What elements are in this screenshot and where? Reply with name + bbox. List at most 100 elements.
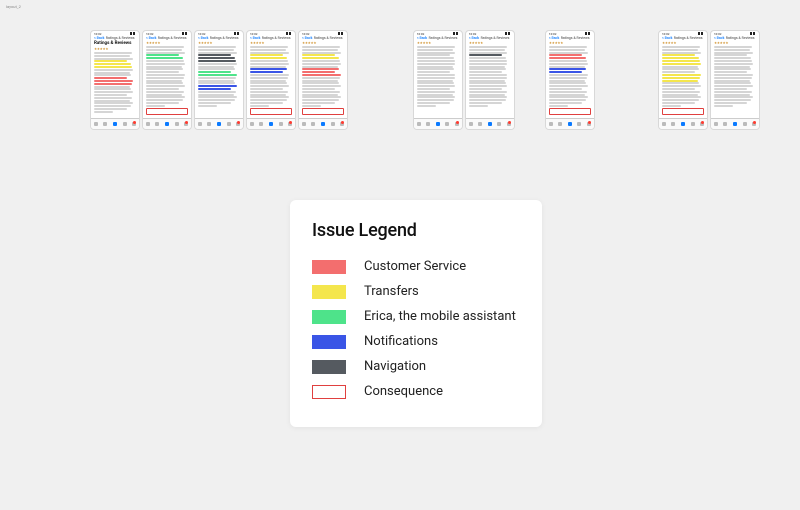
text-line <box>714 63 753 65</box>
tab-bar <box>466 118 514 129</box>
text-line <box>302 102 335 104</box>
text-line <box>302 96 341 98</box>
text-line <box>146 74 185 76</box>
text-line <box>469 57 506 59</box>
text-line <box>417 54 450 56</box>
legend-title: Issue Legend <box>312 220 520 241</box>
tab-bar <box>414 118 462 129</box>
text-line <box>250 66 286 68</box>
highlight-blue <box>198 85 237 87</box>
highlight-yellow <box>662 77 700 79</box>
text-line <box>94 91 133 93</box>
text-line <box>469 68 506 70</box>
text-line <box>469 88 502 90</box>
text-line <box>469 105 488 107</box>
text-line <box>714 49 750 51</box>
highlight-yellow <box>662 54 695 56</box>
highlight-yellow <box>250 57 287 59</box>
text-line <box>469 63 508 65</box>
highlight-blue <box>250 68 287 70</box>
highlight-yellow <box>94 63 131 65</box>
text-line <box>198 46 236 48</box>
review-body <box>659 46 707 107</box>
text-line <box>714 60 752 62</box>
text-line <box>417 52 456 54</box>
highlight-green <box>198 74 237 76</box>
text-line <box>714 74 753 76</box>
highlight-yellow <box>662 80 698 82</box>
legend-row: Erica, the mobile assistant <box>312 309 520 324</box>
text-line <box>94 72 130 74</box>
highlight-grey <box>198 57 235 59</box>
text-line <box>302 94 338 96</box>
text-line <box>662 66 698 68</box>
text-line <box>146 63 185 65</box>
text-line <box>94 52 132 54</box>
highlight-yellow <box>662 60 700 62</box>
text-line <box>469 85 508 87</box>
legend-row: Consequence <box>312 384 520 399</box>
text-line <box>250 85 289 87</box>
highlight-red <box>549 57 586 59</box>
text-line <box>198 49 234 51</box>
text-line <box>94 97 132 99</box>
text-line <box>549 66 585 68</box>
phone-screenshot: 10:02< BackRatings & Reviews★★★★★ <box>658 30 708 130</box>
text-line <box>469 94 505 96</box>
text-line <box>198 63 237 65</box>
tab-bar <box>299 118 347 129</box>
phone-screenshot: 10:02< BackRatings & Reviews★★★★★ <box>194 30 244 130</box>
legend-label: Notifications <box>364 334 438 349</box>
text-line <box>469 46 507 48</box>
tab-bar <box>711 118 759 129</box>
text-line <box>714 96 753 98</box>
phone-screenshot: 10:02< BackRatings & Reviews★★★★★ <box>710 30 760 130</box>
phone-screenshot: 10:02< BackRatings & Reviews★★★★★ <box>142 30 192 130</box>
text-line <box>146 49 182 51</box>
text-line <box>250 82 287 84</box>
highlight-yellow <box>662 74 701 76</box>
text-line <box>302 85 341 87</box>
screenshot-cluster: 10:02< BackRatings & ReviewsRatings & Re… <box>90 30 348 130</box>
legend-row: Customer Service <box>312 259 520 274</box>
phone-screenshot: 10:02< BackRatings & Reviews★★★★★ <box>413 30 463 130</box>
text-line <box>146 102 179 104</box>
text-line <box>146 46 184 48</box>
text-line <box>662 105 681 107</box>
text-line <box>662 96 701 98</box>
highlight-yellow <box>302 54 335 56</box>
highlight-blue <box>250 71 283 73</box>
text-line <box>417 85 456 87</box>
text-line <box>662 82 699 84</box>
text-line <box>549 94 585 96</box>
text-line <box>549 49 585 51</box>
phone-screenshot: 10:02< BackRatings & Reviews★★★★★ <box>298 30 348 130</box>
text-line <box>662 71 695 73</box>
text-line <box>250 52 289 54</box>
text-line <box>714 85 753 87</box>
legend-row: Navigation <box>312 359 520 374</box>
text-line <box>714 91 752 93</box>
text-line <box>417 57 454 59</box>
text-line <box>302 52 341 54</box>
text-line <box>94 108 127 110</box>
text-line <box>662 49 698 51</box>
tab-bar <box>659 118 707 129</box>
text-line <box>714 99 751 101</box>
highlight-green <box>146 57 183 59</box>
legend-swatch <box>312 385 346 399</box>
text-line <box>250 77 288 79</box>
text-line <box>302 80 338 82</box>
text-line <box>714 94 750 96</box>
consequence-outline <box>250 108 292 115</box>
text-line <box>469 102 502 104</box>
text-line <box>417 66 453 68</box>
text-line <box>302 49 338 51</box>
phone-screenshot: 10:02< BackRatings & Reviews★★★★★ <box>246 30 296 130</box>
tab-bar <box>143 118 191 129</box>
consequence-outline <box>549 108 591 115</box>
text-line <box>146 96 185 98</box>
highlight-blue <box>549 68 586 70</box>
text-line <box>250 102 283 104</box>
text-line <box>198 52 237 54</box>
